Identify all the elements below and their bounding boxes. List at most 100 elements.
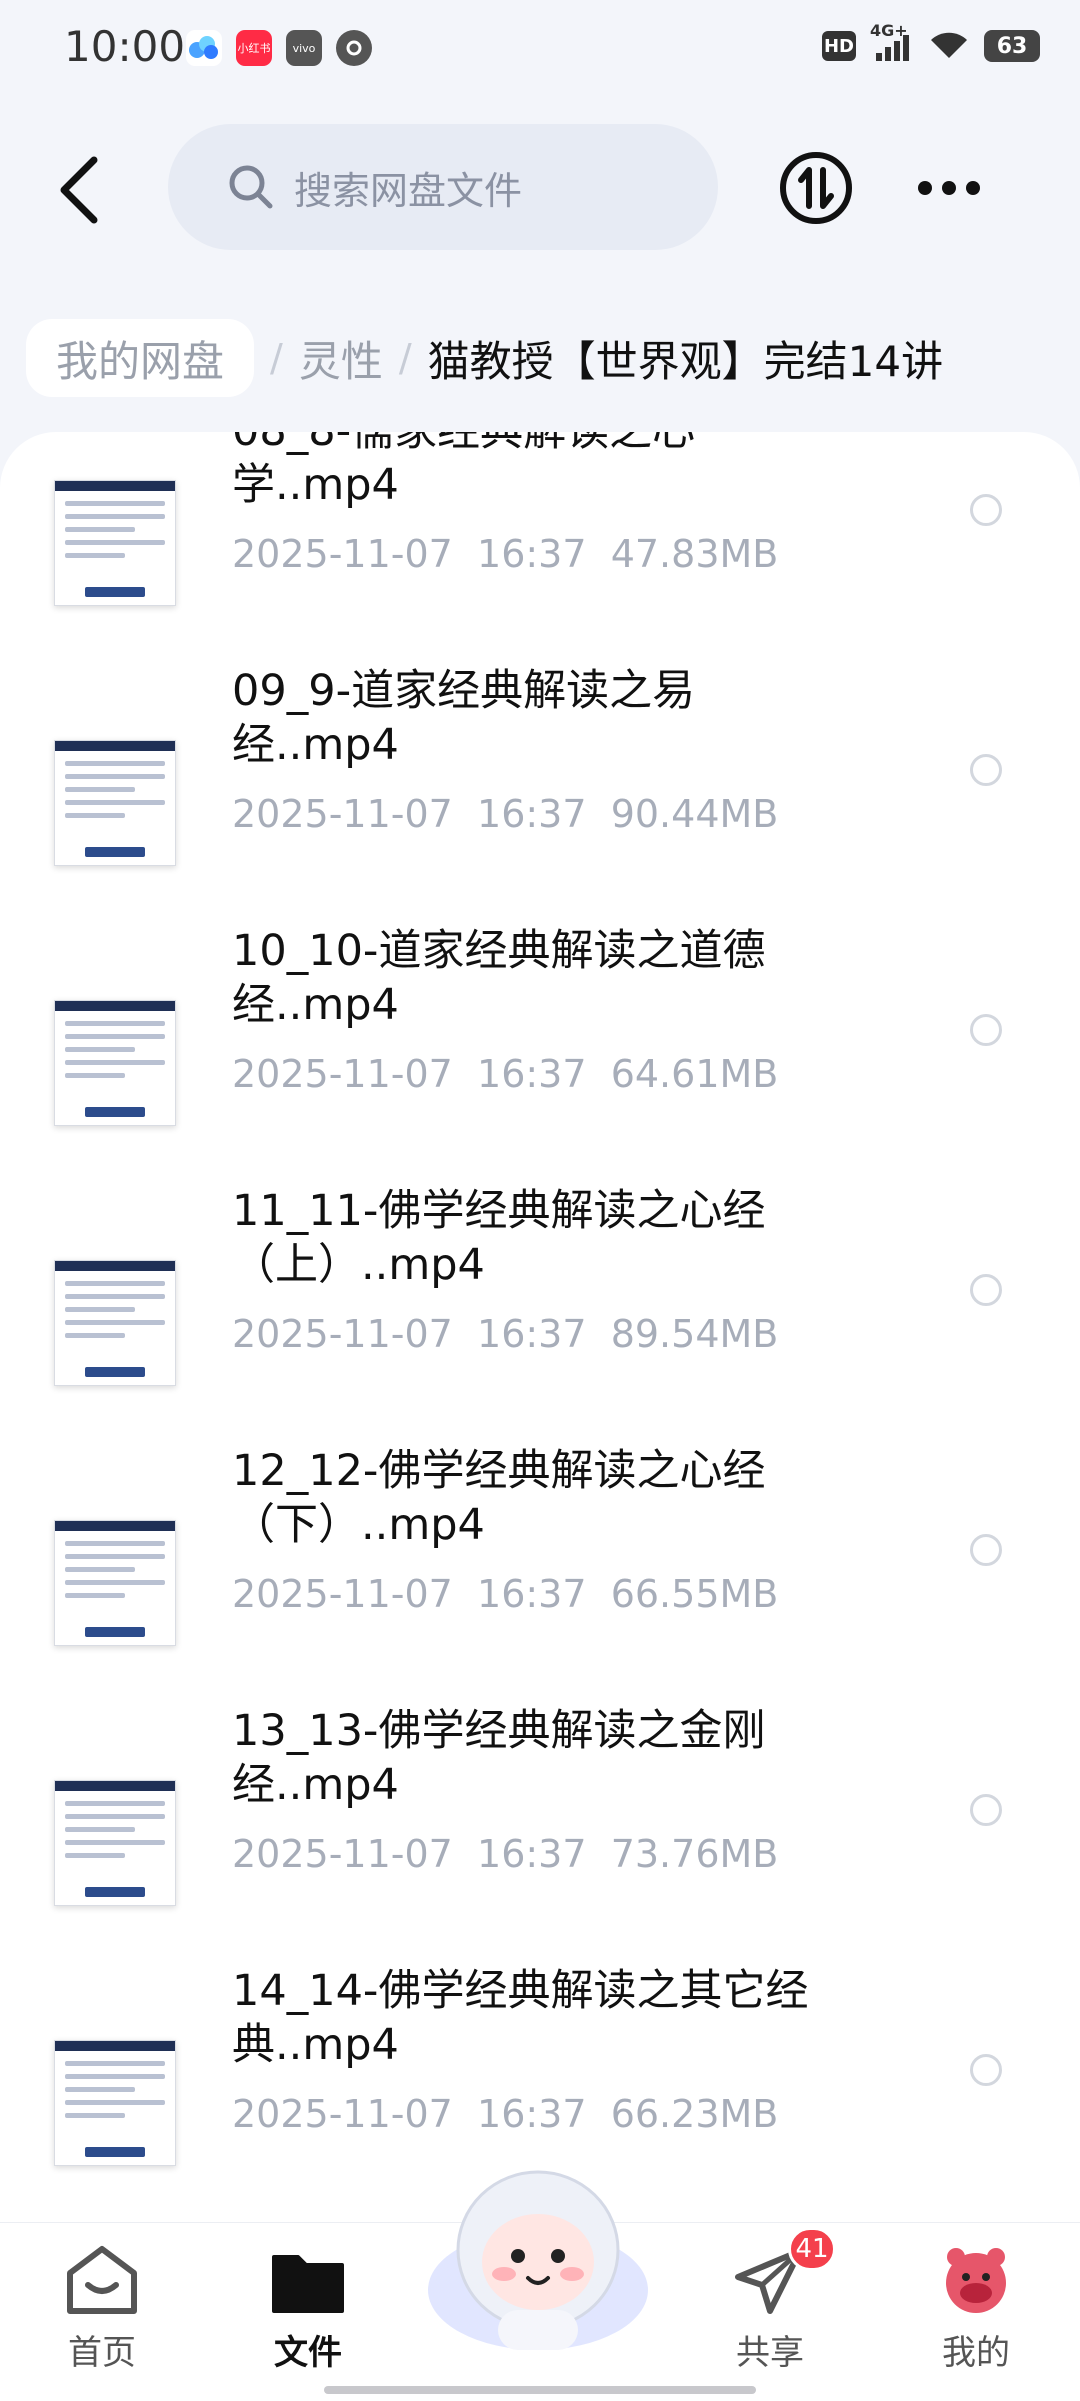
file-size: 89.54MB [610,1312,779,1356]
file-size: 66.55MB [610,1572,779,1616]
file-time: 16:37 [477,532,587,576]
more-dot-icon [966,181,980,195]
video-thumbnail [54,480,176,606]
search-placeholder: 搜索网盘文件 [294,168,523,213]
file-meta: 2025-11-07 16:37 73.76MB [232,1832,778,1876]
video-thumbnail [54,1520,176,1646]
more-options-button[interactable] [918,170,994,206]
file-size: 73.76MB [610,1832,779,1876]
mascot-assistant-button[interactable] [418,2150,658,2360]
file-meta: 2025-11-07 16:37 64.61MB [232,1052,778,1096]
select-checkbox[interactable] [970,1274,1002,1306]
select-checkbox[interactable] [970,1014,1002,1046]
file-name: 08_8-儒家经典解读之心学..mp4 [232,432,695,510]
vivo-icon: vivo [286,30,322,66]
status-time: 10:00 [64,22,186,71]
back-button[interactable] [50,150,110,230]
chevron-left-icon [60,156,98,224]
video-thumbnail [54,740,176,866]
share-badge: 41 [788,2227,836,2271]
video-thumbnail [54,2040,176,2166]
file-size: 66.23MB [610,2092,779,2136]
file-meta: 2025-11-07 16:37 89.54MB [232,1312,778,1356]
select-checkbox[interactable] [970,754,1002,786]
avatar [936,2243,1016,2319]
file-date: 2025-11-07 [232,2092,453,2136]
select-checkbox[interactable] [970,1794,1002,1826]
status-indicators: HD 4G+ 63 [822,21,1040,64]
nav-mine[interactable]: 我的 [906,2243,1046,2374]
file-name: 12_12-佛学经典解读之心经（下）..mp4 [232,1446,766,1550]
select-checkbox[interactable] [970,2054,1002,2086]
video-thumbnail [54,1000,176,1126]
file-size: 90.44MB [610,792,779,836]
file-meta: 2025-11-07 16:37 66.55MB [232,1572,778,1616]
file-name: 13_13-佛学经典解读之金刚经..mp4 [232,1706,766,1810]
file-meta: 2025-11-07 16:37 66.23MB [232,2092,778,2136]
video-thumbnail [54,1260,176,1386]
file-list: 08_8-儒家经典解读之心学..mp4 2025-11-07 16:37 47.… [0,432,1080,2222]
more-dot-icon [918,181,932,195]
battery-level: 63 [996,33,1028,59]
nav-mine-label: 我的 [942,2333,1010,2373]
battery-icon: 63 [984,30,1040,62]
breadcrumb: 我的网盘 / 灵性 / 猫教授【世界观】完结14讲 [26,316,943,400]
file-size: 64.61MB [610,1052,779,1096]
file-name: 09_9-道家经典解读之易经..mp4 [232,666,696,770]
file-time: 16:37 [477,2092,587,2136]
list-item[interactable]: 09_9-道家经典解读之易经..mp4 2025-11-07 16:37 90.… [0,664,1080,924]
list-item[interactable]: 13_13-佛学经典解读之金刚经..mp4 2025-11-07 16:37 7… [0,1704,1080,1964]
home-icon [62,2243,142,2319]
breadcrumb-separator: / [398,336,412,380]
file-size: 47.83MB [610,532,779,576]
file-time: 16:37 [477,1052,587,1096]
search-icon [229,165,273,209]
file-date: 2025-11-07 [232,1832,453,1876]
file-time: 16:37 [477,1832,587,1876]
video-thumbnail [54,1780,176,1906]
file-date: 2025-11-07 [232,792,453,836]
nav-files[interactable]: 文件 [238,2243,378,2374]
home-indicator[interactable] [324,2386,756,2394]
transfer-button[interactable] [778,150,854,226]
file-date: 2025-11-07 [232,532,453,576]
breadcrumb-current: 猫教授【世界观】完结14讲 [427,336,944,386]
settings-gear-icon [336,30,372,66]
paper-plane-icon: 41 [730,2227,836,2319]
breadcrumb-separator: / [270,336,283,380]
nav-home[interactable]: 首页 [32,2243,172,2374]
list-item[interactable]: 10_10-道家经典解读之道德经..mp4 2025-11-07 16:37 6… [0,924,1080,1184]
file-name: 14_14-佛学经典解读之其它经典..mp4 [232,1966,809,2070]
status-bar: 10:00 小红书 vivo HD 4G+ 63 [0,0,1080,100]
nav-share[interactable]: 41 共享 [700,2227,840,2374]
file-meta: 2025-11-07 16:37 47.83MB [232,532,778,576]
file-name: 11_11-佛学经典解读之心经（上）..mp4 [232,1186,766,1290]
transfer-icon [780,152,852,224]
select-checkbox[interactable] [970,1534,1002,1566]
more-dot-icon [942,181,956,195]
file-date: 2025-11-07 [232,1312,453,1356]
nav-home-label: 首页 [68,2333,136,2373]
list-item[interactable]: 08_8-儒家经典解读之心学..mp4 2025-11-07 16:37 47.… [0,432,1080,664]
breadcrumb-root[interactable]: 我的网盘 [26,319,255,397]
nav-share-label: 共享 [736,2333,804,2373]
list-item[interactable]: 11_11-佛学经典解读之心经（上）..mp4 2025-11-07 16:37… [0,1184,1080,1444]
nav-files-label: 文件 [274,2333,342,2373]
hd-indicator: HD [822,31,856,61]
file-meta: 2025-11-07 16:37 90.44MB [232,792,778,836]
select-checkbox[interactable] [970,494,1002,526]
search-input[interactable]: 搜索网盘文件 [168,124,718,250]
file-time: 16:37 [477,1572,587,1616]
folder-icon [268,2243,348,2319]
file-date: 2025-11-07 [232,1052,453,1096]
baidu-netdisk-icon [186,30,222,66]
file-name: 10_10-道家经典解读之道德经..mp4 [232,926,766,1030]
xiaohongshu-icon: 小红书 [236,30,272,66]
file-time: 16:37 [477,1312,587,1356]
breadcrumb-folder[interactable]: 灵性 [299,328,383,389]
list-item[interactable]: 12_12-佛学经典解读之心经（下）..mp4 2025-11-07 16:37… [0,1444,1080,1704]
wifi-icon [928,28,970,64]
file-date: 2025-11-07 [232,1572,453,1616]
file-time: 16:37 [477,792,587,836]
signal-icon: 4G+ [870,21,914,63]
